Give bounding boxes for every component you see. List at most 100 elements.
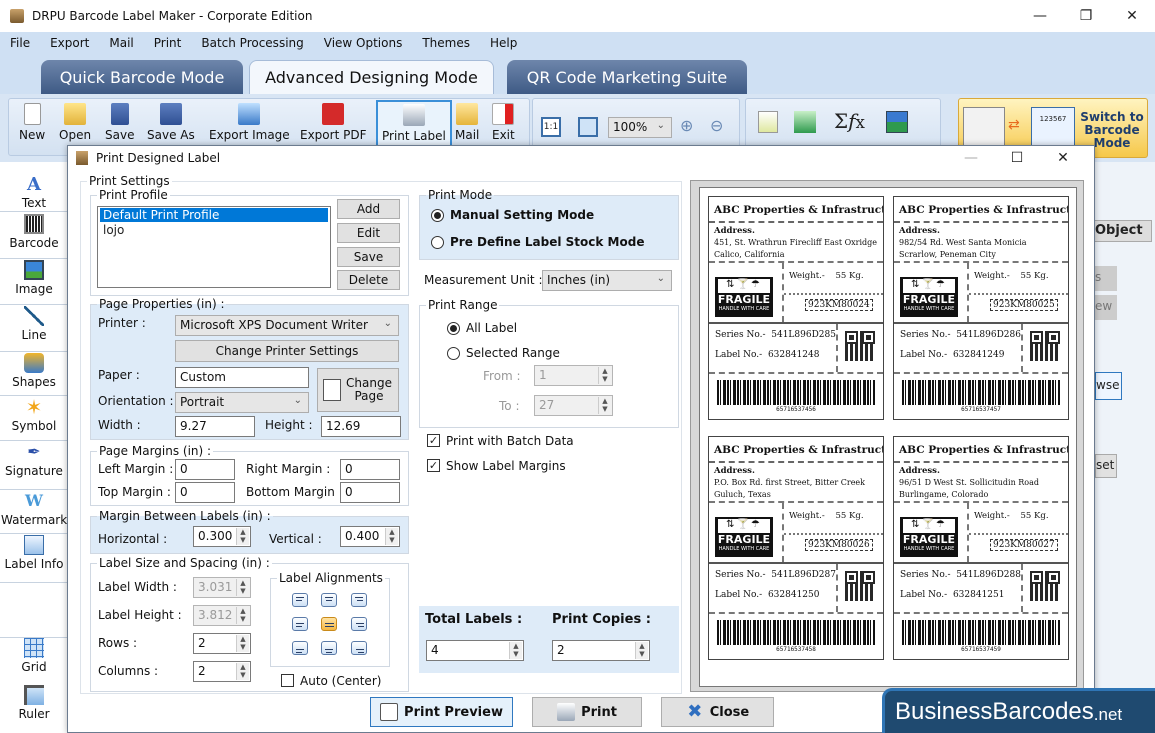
zoom-out-icon[interactable]: ⊖: [710, 116, 723, 135]
align-middle-left-button[interactable]: [292, 617, 308, 631]
excel-import-icon[interactable]: [794, 111, 816, 133]
zoom-select[interactable]: 100% ⌄: [608, 117, 672, 138]
print-label-button[interactable]: Print Label: [376, 100, 452, 148]
tab-qr-code-marketing-suite[interactable]: QR Code Marketing Suite: [507, 60, 747, 94]
tool-ruler[interactable]: Ruler: [0, 685, 68, 729]
mail-button[interactable]: Mail: [455, 103, 479, 142]
print-button[interactable]: Print: [532, 697, 642, 727]
printer-select[interactable]: Microsoft XPS Document Writer ⌄: [175, 315, 399, 336]
page-width-field[interactable]: 9.27: [175, 416, 255, 437]
align-middle-center-button[interactable]: [321, 617, 337, 631]
save-profile-button[interactable]: Save: [337, 247, 400, 267]
close-icon[interactable]: ✕: [1109, 0, 1155, 32]
menu-batch-processing[interactable]: Batch Processing: [191, 36, 313, 50]
reset-button-partial[interactable]: set: [1095, 454, 1117, 478]
exit-button[interactable]: Exit: [492, 103, 515, 142]
spinner-arrows-icon[interactable]: ▲ ▼: [236, 635, 249, 652]
menu-file[interactable]: File: [0, 36, 40, 50]
zoom-in-icon[interactable]: ⊕: [680, 116, 693, 135]
menu-themes[interactable]: Themes: [412, 36, 480, 50]
tab-advanced-designing-mode[interactable]: Advanced Designing Mode: [249, 60, 494, 94]
open-button[interactable]: Open: [59, 103, 91, 142]
restore-icon[interactable]: ❐: [1063, 0, 1109, 32]
left-margin-field[interactable]: 0: [175, 459, 235, 480]
paper-field[interactable]: Custom: [175, 367, 309, 388]
spinner-arrows-icon[interactable]: ▲ ▼: [236, 528, 249, 545]
orientation-select[interactable]: Portrait ⌄: [175, 392, 309, 413]
align-bottom-left-button[interactable]: [292, 641, 308, 655]
align-top-center-button[interactable]: [321, 593, 337, 607]
align-middle-right-button[interactable]: [351, 617, 367, 631]
dialog-close-icon[interactable]: ✕: [1040, 146, 1086, 170]
browse-button-partial[interactable]: wse: [1095, 372, 1122, 400]
menu-export[interactable]: Export: [40, 36, 99, 50]
bottom-margin-field[interactable]: 0: [340, 482, 400, 503]
export-image-button[interactable]: Export Image: [209, 103, 290, 142]
object-tab[interactable]: Object: [1090, 220, 1152, 242]
align-bottom-center-button[interactable]: [321, 641, 337, 655]
page-height-field[interactable]: 12.69: [321, 416, 401, 437]
all-label-radio[interactable]: [447, 322, 460, 335]
dialog-minimize-icon[interactable]: —: [948, 146, 994, 170]
save-button[interactable]: Save: [105, 103, 134, 142]
spinner-arrows-icon[interactable]: ▲ ▼: [385, 528, 398, 545]
actual-size-icon[interactable]: 1:1: [541, 117, 561, 137]
new-button[interactable]: New: [19, 103, 45, 142]
pre-define-label-stock-mode-radio[interactable]: [431, 236, 444, 249]
align-top-right-button[interactable]: [351, 593, 367, 607]
change-printer-settings-button[interactable]: Change Printer Settings: [175, 340, 399, 362]
menu-mail[interactable]: Mail: [99, 36, 143, 50]
export-pdf-button[interactable]: Export PDF: [300, 103, 366, 142]
profile-item-selected[interactable]: Default Print Profile: [100, 208, 328, 222]
tool-watermark[interactable]: W Watermark: [0, 491, 68, 534]
print-copies-field[interactable]: 2 ▲ ▼: [552, 640, 650, 661]
vertical-margin-field[interactable]: 0.400 ▲ ▼: [340, 526, 400, 547]
rows-field[interactable]: 2 ▲ ▼: [193, 633, 251, 654]
print-profile-list[interactable]: Default Print Profile lojo: [97, 206, 331, 288]
save-as-button[interactable]: Save As: [147, 103, 195, 142]
swap-arrows-icon[interactable]: [886, 111, 908, 133]
formula-icon[interactable]: Σfx: [834, 109, 865, 133]
total-labels-field[interactable]: 4 ▲ ▼: [426, 640, 524, 661]
measurement-unit-select[interactable]: Inches (in) ⌄: [542, 270, 672, 291]
selected-range-radio[interactable]: [447, 347, 460, 360]
tool-text[interactable]: A Text: [0, 174, 68, 212]
print-preview-button[interactable]: Print Preview: [370, 697, 513, 727]
minimize-icon[interactable]: —: [1017, 0, 1063, 32]
align-top-left-button[interactable]: [292, 593, 308, 607]
tool-signature[interactable]: ✒ Signature: [0, 442, 68, 490]
edit-profile-button[interactable]: Edit: [337, 223, 400, 243]
dialog-maximize-icon[interactable]: ☐: [994, 146, 1040, 170]
tool-image[interactable]: Image: [0, 260, 68, 305]
delete-profile-button[interactable]: Delete: [337, 270, 400, 290]
align-bottom-right-button[interactable]: [351, 641, 367, 655]
spinner-arrows-icon[interactable]: ▲ ▼: [635, 642, 648, 659]
edit-sheet-icon[interactable]: [758, 111, 778, 133]
tool-barcode[interactable]: Barcode: [0, 214, 68, 259]
add-profile-button[interactable]: Add: [337, 199, 400, 219]
tool-grid[interactable]: Grid: [0, 637, 68, 683]
tool-label-info[interactable]: Label Info: [0, 535, 68, 583]
tool-shapes[interactable]: Shapes: [0, 353, 68, 396]
fit-to-window-icon[interactable]: [578, 117, 598, 137]
show-label-margins-checkbox[interactable]: ✓: [427, 459, 440, 472]
change-page-button[interactable]: Change Page: [317, 368, 399, 412]
spinner-arrows-icon[interactable]: ▲ ▼: [509, 642, 522, 659]
partial-button[interactable]: ew: [1095, 295, 1117, 320]
close-button[interactable]: ✖ Close: [661, 697, 774, 727]
spinner-arrows-icon[interactable]: ▲ ▼: [236, 663, 249, 680]
auto-center-checkbox[interactable]: [281, 674, 294, 687]
right-margin-field[interactable]: 0: [340, 459, 400, 480]
tool-line[interactable]: Line: [0, 306, 68, 352]
tab-quick-barcode-mode[interactable]: Quick Barcode Mode: [41, 60, 243, 94]
print-with-batch-data-checkbox[interactable]: ✓: [427, 434, 440, 447]
menu-help[interactable]: Help: [480, 36, 527, 50]
manual-setting-mode-radio[interactable]: [431, 209, 444, 222]
partial-button[interactable]: s: [1095, 266, 1117, 291]
horizontal-margin-field[interactable]: 0.300 ▲ ▼: [193, 526, 251, 547]
profile-item[interactable]: lojo: [100, 223, 328, 237]
menu-view-options[interactable]: View Options: [314, 36, 413, 50]
tool-symbol[interactable]: ✶ Symbol: [0, 397, 68, 441]
columns-field[interactable]: 2 ▲ ▼: [193, 661, 251, 682]
menu-print[interactable]: Print: [144, 36, 192, 50]
